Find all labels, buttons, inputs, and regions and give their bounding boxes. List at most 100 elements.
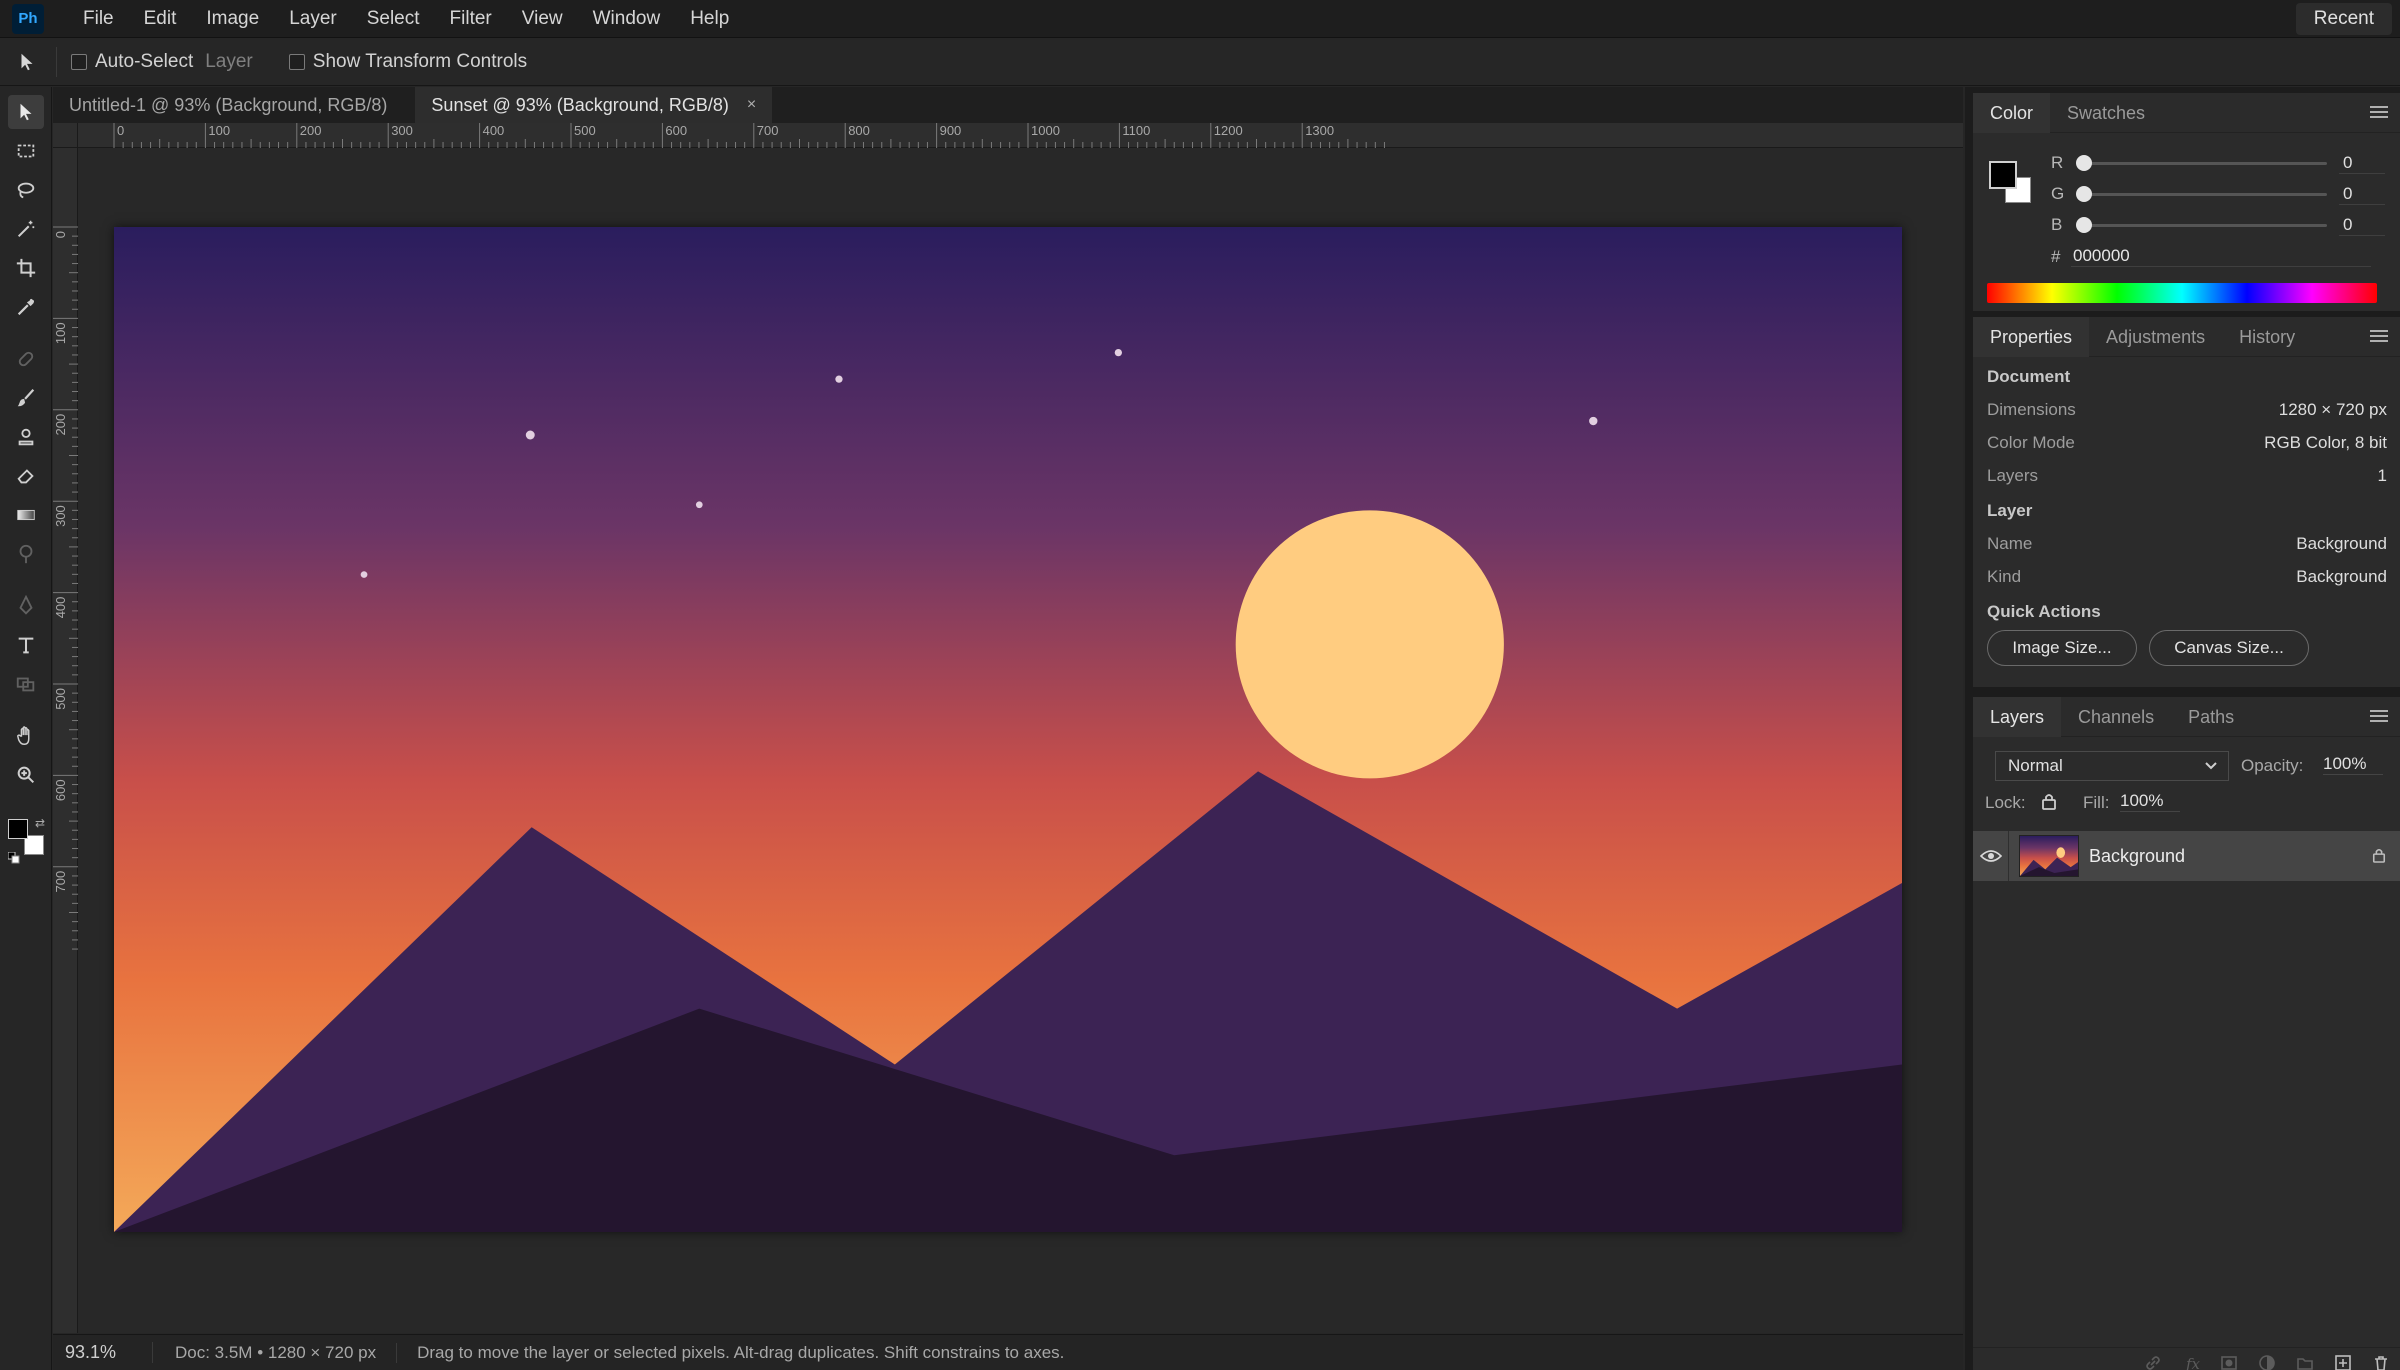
auto-select-checkbox[interactable] (71, 54, 87, 70)
brush-tool-icon[interactable] (8, 381, 44, 415)
auto-select-target[interactable]: Layer (205, 51, 253, 73)
horizontal-ruler: 0 100 200 300 400 500 600 700 800 900 1000 1100 1200… (78, 123, 1963, 148)
crop-tool-icon[interactable] (8, 251, 44, 285)
tab-label: Untitled-1 @ 93% (Background, RGB/8) (69, 95, 388, 115)
layer-kind-label: Kind (1987, 567, 2022, 586)
panel-menu-icon[interactable] (2370, 329, 2388, 343)
layers-count-label: Layers (1987, 466, 2039, 485)
layer-style-icon[interactable]: fx (2182, 1354, 2200, 1370)
layers-panel: Layers Channels Paths Normal Opacity: 10… (1973, 696, 2400, 1370)
tab-untitled-1[interactable]: Untitled-1 @ 93% (Background, RGB/8) (53, 87, 403, 123)
panel-menu-icon[interactable] (2370, 105, 2388, 119)
image-size-button[interactable]: Image Size... (1987, 630, 2137, 666)
tab-properties[interactable]: Properties (1973, 316, 2090, 357)
menu-window[interactable]: Window (578, 0, 676, 38)
visibility-eye-icon[interactable] (1973, 831, 2009, 881)
color-spectrum-bar[interactable] (1987, 283, 2377, 303)
menu-view[interactable]: View (507, 0, 578, 38)
healing-brush-tool-icon[interactable] (8, 342, 44, 376)
blue-slider-row: B 0 (2051, 213, 2391, 237)
tab-history[interactable]: History (2222, 317, 2312, 357)
tab-sunset[interactable]: Sunset @ 93% (Background, RGB/8) × (415, 87, 773, 123)
menu-layer[interactable]: Layer (274, 0, 352, 38)
tab-adjustments[interactable]: Adjustments (2089, 317, 2222, 357)
marquee-tool-icon[interactable] (8, 134, 44, 168)
menu-image[interactable]: Image (191, 0, 274, 38)
eyedropper-tool-icon[interactable] (8, 290, 44, 324)
swap-colors-icon[interactable]: ⇄ (35, 816, 45, 830)
dimensions-label: Dimensions (1987, 400, 2076, 419)
foreground-swatch[interactable] (1989, 161, 2017, 189)
ruler-label: 700 (757, 123, 779, 138)
default-colors-icon[interactable] (7, 851, 20, 864)
move-tool-preset-icon[interactable] (12, 47, 42, 77)
zoom-level-field[interactable]: 93.1% (53, 1342, 153, 1363)
tab-channels[interactable]: Channels (2061, 697, 2171, 737)
fill-input[interactable]: 100% (2120, 791, 2180, 812)
lock-pixels-icon[interactable] (2041, 792, 2057, 815)
menu-help[interactable]: Help (675, 0, 744, 38)
color-mode-label: Color Mode (1987, 433, 2075, 452)
hand-tool-icon[interactable] (8, 719, 44, 753)
ruler-corner (53, 123, 78, 148)
delete-layer-icon[interactable] (2372, 1354, 2390, 1370)
green-slider-row: G 0 (2051, 182, 2391, 206)
clone-stamp-tool-icon[interactable] (8, 420, 44, 454)
gradient-tool-icon[interactable] (8, 498, 44, 532)
move-tool-icon[interactable] (8, 95, 44, 129)
type-tool-icon[interactable] (8, 628, 44, 662)
canvas-size-button[interactable]: Canvas Size... (2149, 630, 2309, 666)
menu-file[interactable]: File (68, 0, 129, 38)
new-layer-icon[interactable] (2334, 1354, 2352, 1370)
red-slider-knob[interactable] (2076, 154, 2092, 171)
ruler-label: 300 (391, 123, 413, 138)
red-value-input[interactable]: 0 (2339, 153, 2385, 174)
eraser-tool-icon[interactable] (8, 459, 44, 493)
layer-name-label: Name (1987, 534, 2033, 553)
ruler-label: 1000 (1031, 123, 1060, 138)
tab-layers[interactable]: Layers (1973, 696, 2062, 737)
canvas-workspace[interactable]: 0 100 200 300 400 500 600 700 800 900 1000 1100 1200… (53, 123, 1963, 1333)
transform-controls-checkbox[interactable] (288, 54, 305, 70)
green-value-input[interactable]: 0 (2339, 184, 2385, 205)
ruler-label: 200 (53, 414, 68, 436)
vertical-ruler: 0 100 200 300 400 500 600 700 (53, 148, 78, 1333)
magic-wand-tool-icon[interactable] (8, 212, 44, 246)
tab-paths[interactable]: Paths (2171, 697, 2251, 737)
blend-mode-select[interactable]: Normal (1995, 751, 2229, 781)
pen-tool-icon[interactable] (8, 589, 44, 623)
lasso-tool-icon[interactable] (8, 173, 44, 207)
properties-panel: Properties Adjustments History Document … (1973, 316, 2400, 687)
app-logo: Ph (12, 3, 44, 34)
zoom-tool-icon[interactable] (8, 758, 44, 792)
link-layers-icon[interactable] (2144, 1354, 2162, 1370)
layer-row-background[interactable]: Background (1973, 831, 2400, 881)
document-info[interactable]: Doc: 3.5M • 1280 × 720 px (175, 1342, 398, 1363)
add-mask-icon[interactable] (2220, 1354, 2238, 1370)
opacity-input[interactable]: 100% (2323, 754, 2383, 775)
blue-slider-knob[interactable] (2076, 216, 2092, 233)
panel-menu-icon[interactable] (2370, 709, 2388, 723)
menu-filter[interactable]: Filter (435, 0, 507, 38)
new-group-icon[interactable] (2296, 1354, 2314, 1370)
dodge-tool-icon[interactable] (8, 537, 44, 571)
layers-count-value: 1 (2377, 466, 2387, 485)
adjustment-layer-icon[interactable] (2258, 1354, 2276, 1370)
menu-bar: Ph File Edit Image Layer Select Filter V… (0, 0, 2400, 38)
shape-tool-icon[interactable] (8, 667, 44, 701)
tab-swatches[interactable]: Swatches (2050, 93, 2162, 133)
red-slider[interactable] (2076, 154, 2327, 171)
green-slider-knob[interactable] (2076, 185, 2092, 202)
menu-edit[interactable]: Edit (129, 0, 192, 38)
green-slider[interactable] (2076, 185, 2327, 202)
blue-value-input[interactable]: 0 (2339, 215, 2385, 236)
recent-button[interactable]: Recent (2295, 3, 2392, 35)
menu-select[interactable]: Select (352, 0, 435, 38)
blue-slider[interactable] (2076, 216, 2327, 233)
close-tab-icon[interactable]: × (747, 87, 756, 123)
tab-color[interactable]: Color (1973, 92, 2051, 133)
layer-name[interactable]: Background (2089, 846, 2185, 867)
hex-input[interactable]: 000000 (2071, 246, 2371, 267)
document-canvas[interactable] (114, 227, 1902, 1232)
foreground-color-swatch[interactable] (8, 819, 28, 839)
